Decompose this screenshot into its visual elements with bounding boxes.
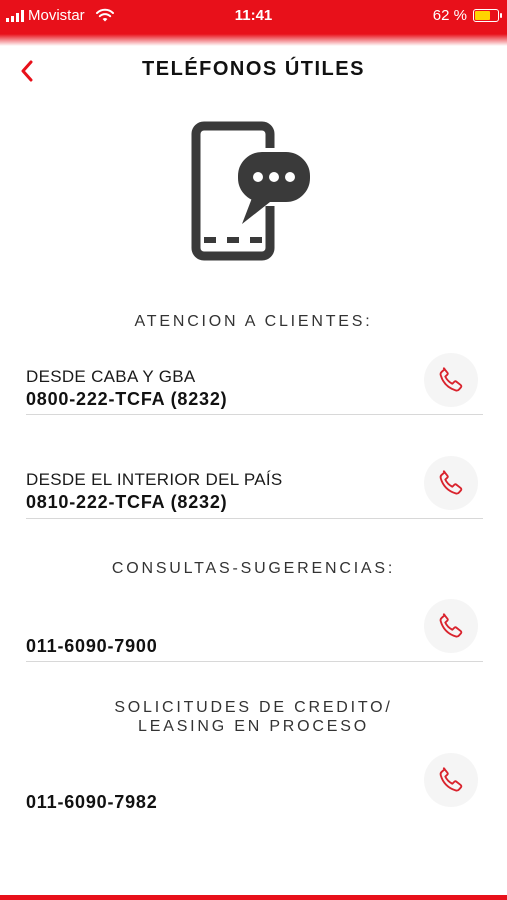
divider: [26, 414, 483, 415]
divider: [26, 661, 483, 662]
status-bar-shadow: [0, 34, 507, 46]
entry-number[interactable]: 011-6090-7982: [26, 792, 482, 813]
call-button-interior[interactable]: [424, 456, 478, 510]
phone-call-icon: [439, 613, 463, 638]
status-bar: Movistar 11:41 62 %: [0, 0, 507, 34]
section-title-solicitudes-line1: SOLICITUDES DE CREDITO/: [114, 699, 393, 716]
call-button-solicitudes[interactable]: [424, 753, 478, 807]
entry-number[interactable]: 011-6090-7900: [26, 636, 482, 657]
bottom-accent-bar: [0, 895, 507, 900]
call-button-consultas[interactable]: [424, 599, 478, 653]
call-button-caba[interactable]: [424, 353, 478, 407]
header: TELÉFONOS ÚTILES: [0, 48, 507, 96]
clock: 11:41: [234, 7, 273, 24]
phone-chat-icon: [190, 120, 320, 270]
entry-label: DESDE EL INTERIOR DEL PAÍS: [26, 470, 283, 489]
phone-entry-solicitudes: 011-6090-7982: [26, 790, 482, 813]
phone-call-icon: [439, 367, 463, 392]
battery-status: 62 %: [432, 7, 502, 24]
phone-call-icon: [439, 767, 463, 792]
entry-label: DESDE CABA Y GBA: [26, 367, 196, 386]
phone-entry-caba: DESDE CABA Y GBA 0800-222-TCFA (8232): [26, 367, 482, 410]
entry-number[interactable]: 0810-222-TCFA (8232): [26, 492, 482, 513]
section-title-consultas: CONSULTAS-SUGERENCIAS:: [111, 560, 396, 577]
section-title-solicitudes-line2: LEASING EN PROCESO: [138, 718, 369, 735]
phone-call-icon: [439, 470, 463, 495]
divider: [26, 518, 483, 519]
phone-entry-consultas: 011-6090-7900: [26, 634, 482, 657]
battery-percent: 62 %: [432, 7, 467, 24]
section-title-atencion: ATENCION A CLIENTES:: [134, 313, 373, 330]
page-title: TELÉFONOS ÚTILES: [142, 58, 365, 80]
phone-entry-interior: DESDE EL INTERIOR DEL PAÍS 0810-222-TCFA…: [26, 470, 482, 513]
entry-number[interactable]: 0800-222-TCFA (8232): [26, 389, 482, 410]
battery-icon: [473, 9, 502, 22]
